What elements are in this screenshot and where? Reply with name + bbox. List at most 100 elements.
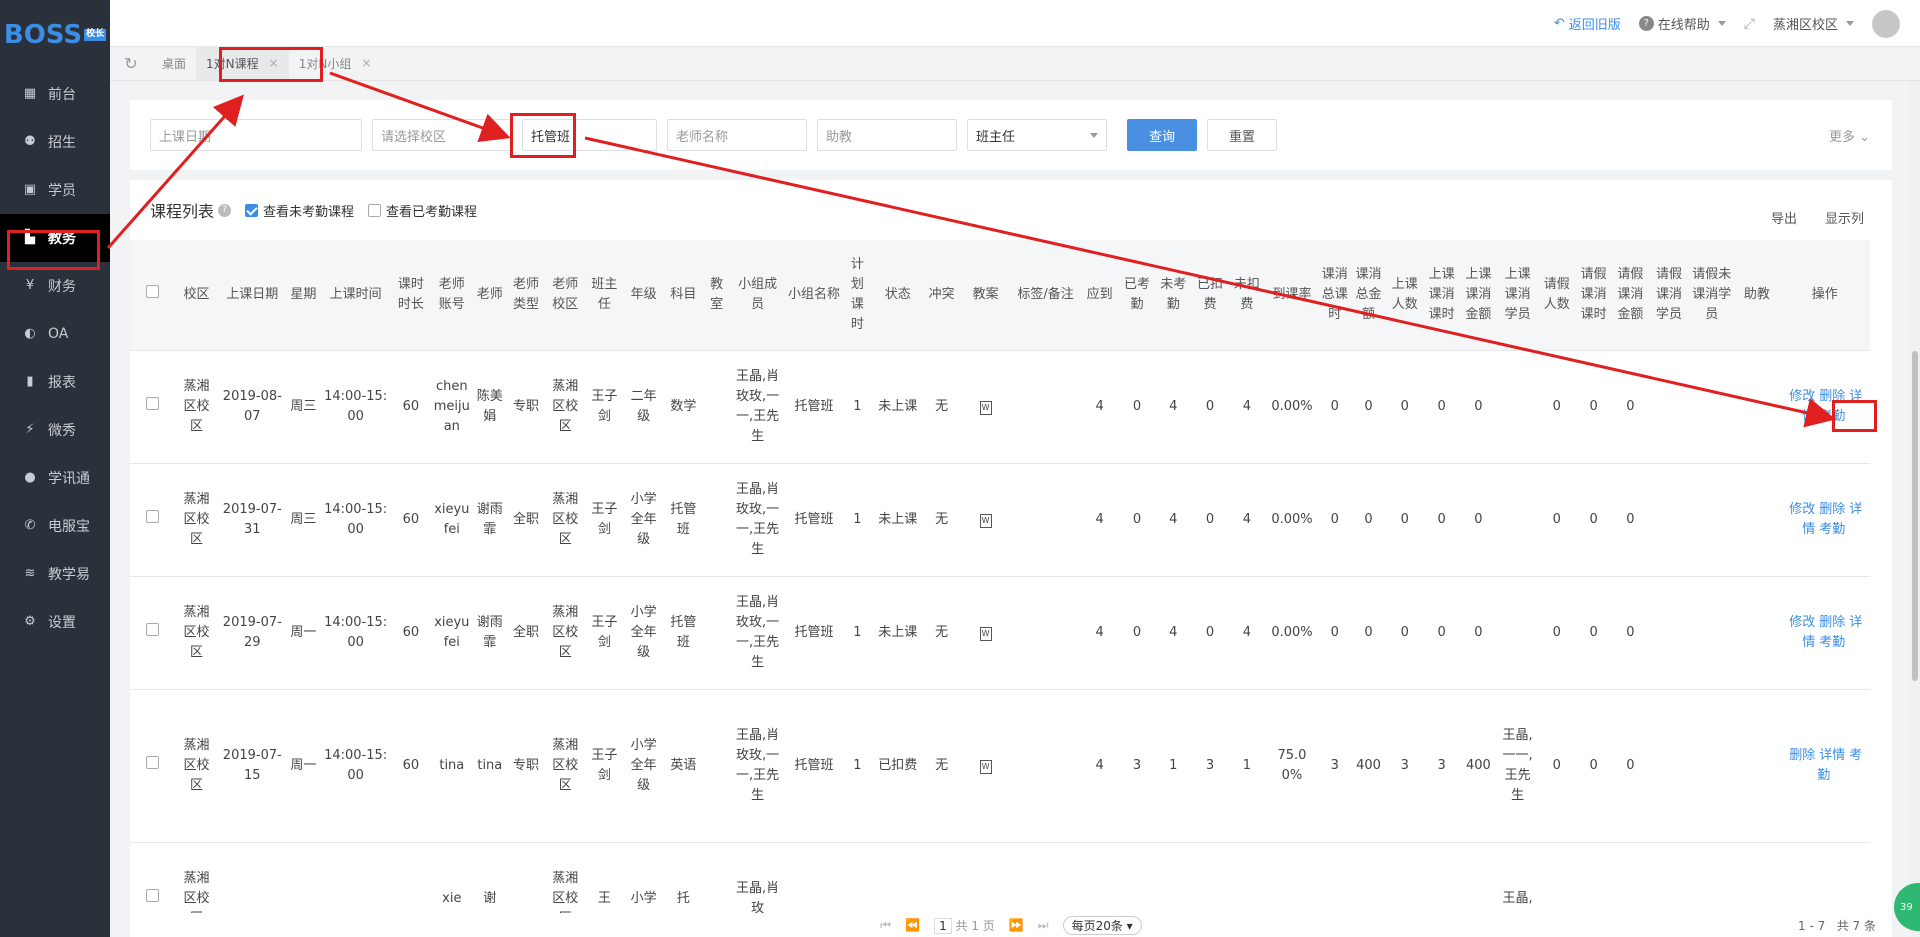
campus-selector[interactable]: 蒸湘区校区 bbox=[1773, 14, 1854, 33]
row-select-cell bbox=[130, 350, 176, 464]
row-checkbox[interactable] bbox=[146, 888, 160, 902]
column-header: 上课人数 bbox=[1386, 240, 1424, 351]
current-page-input[interactable]: 1 bbox=[934, 917, 952, 934]
tab-0[interactable]: 桌面 bbox=[152, 46, 196, 80]
row-checkbox[interactable] bbox=[146, 509, 160, 523]
vertical-scrollbar[interactable] bbox=[1910, 81, 1920, 937]
table-cell: 托管班 bbox=[785, 689, 843, 843]
row-action-link[interactable]: 考勤 bbox=[1819, 522, 1845, 537]
help-icon[interactable]: ? bbox=[218, 203, 232, 217]
sidebar-item-8[interactable]: ● 学讯通 bbox=[0, 454, 110, 502]
sidebar-item-10[interactable]: ≋ 教学易 bbox=[0, 550, 110, 598]
column-header: 助教 bbox=[1734, 240, 1780, 351]
assistant-input[interactable]: 助教 bbox=[817, 119, 957, 151]
course-list-panel: 课程列表? 查看未考勤课程 查看已考勤课程 导出 显示列 校区 上课日期 星期 上课时… bbox=[130, 180, 1892, 937]
word-doc-icon[interactable]: W bbox=[979, 759, 992, 774]
table-cell: 2019-07-31 bbox=[217, 463, 287, 577]
row-action-link[interactable]: 详情 bbox=[1819, 748, 1845, 763]
sidebar-item-4[interactable]: ¥ 财务 bbox=[0, 262, 110, 310]
row-action-link[interactable]: 删除 bbox=[1789, 748, 1815, 763]
column-header: 请假课消学员 bbox=[1648, 240, 1690, 351]
table-cell bbox=[1460, 842, 1497, 913]
table-cell: xieyufei bbox=[430, 576, 474, 690]
row-action-link[interactable]: 删除 bbox=[1819, 615, 1845, 630]
export-button[interactable]: 导出 bbox=[1771, 208, 1797, 227]
floating-badge[interactable]: 39 bbox=[1894, 883, 1920, 931]
row-action-link[interactable]: 删除 bbox=[1819, 389, 1845, 404]
word-doc-icon[interactable]: W bbox=[979, 626, 992, 641]
close-icon[interactable]: × bbox=[269, 56, 279, 70]
next-page-icon[interactable]: ⏩ bbox=[1009, 918, 1024, 932]
word-doc-icon[interactable]: W bbox=[979, 400, 992, 415]
table-cell: 3 bbox=[1191, 689, 1229, 843]
sidebar-item-0[interactable]: ▦ 前台 bbox=[0, 70, 110, 118]
table-cell: 0 bbox=[1423, 463, 1460, 577]
column-header: 老师校区 bbox=[545, 240, 585, 351]
row-checkbox[interactable] bbox=[146, 622, 160, 636]
row-action-link[interactable]: 考勤 bbox=[1819, 409, 1845, 424]
table-cell: 小学 bbox=[624, 842, 664, 913]
row-action-link[interactable]: 考勤 bbox=[1819, 635, 1845, 650]
search-button[interactable]: 查询 bbox=[1127, 119, 1197, 151]
table-cell: 小学全年级 bbox=[624, 463, 664, 577]
boss-logo: BOSS 校长 bbox=[0, 0, 110, 70]
page-count: 共 1 页 bbox=[955, 918, 995, 933]
sidebar-item-11[interactable]: ⚙ 设置 bbox=[0, 598, 110, 646]
reset-button[interactable]: 重置 bbox=[1207, 119, 1277, 151]
sidebar-item-1[interactable]: ⚉ 招生 bbox=[0, 118, 110, 166]
column-header: 上课课消课时 bbox=[1423, 240, 1460, 351]
location-icon: ● bbox=[24, 470, 36, 485]
row-action-link[interactable]: 修改 bbox=[1789, 502, 1815, 517]
table-cell: 未上课 bbox=[872, 463, 924, 577]
row-checkbox[interactable] bbox=[146, 755, 160, 769]
date-input[interactable]: 上课日期 bbox=[150, 119, 362, 151]
scrollbar-thumb[interactable] bbox=[1912, 351, 1918, 681]
row-select-cell bbox=[130, 842, 176, 913]
sidebar-item-5[interactable]: ◐ OA bbox=[0, 310, 110, 358]
more-filters-toggle[interactable]: 更多 ⌄ bbox=[1829, 126, 1870, 145]
refresh-icon[interactable]: ↻ bbox=[110, 46, 152, 80]
tab-1[interactable]: 1对N课程 × bbox=[196, 46, 289, 80]
column-header: 上课日期 bbox=[217, 240, 287, 351]
group-name-input[interactable]: 托管班 bbox=[522, 119, 657, 151]
sidebar-item-7[interactable]: ⚡ 微秀 bbox=[0, 406, 110, 454]
last-page-icon[interactable]: ⏭ bbox=[1038, 918, 1049, 933]
sidebar-item-2[interactable]: ▣ 学员 bbox=[0, 166, 110, 214]
column-header: 计划课时 bbox=[842, 240, 873, 351]
prev-page-icon[interactable]: ⏪ bbox=[905, 918, 920, 932]
close-icon[interactable]: × bbox=[361, 56, 371, 70]
word-doc-icon[interactable]: W bbox=[979, 513, 992, 528]
table-cell: 0.00% bbox=[1265, 463, 1319, 577]
table-cell bbox=[1496, 463, 1539, 577]
display-columns-button[interactable]: 显示列 bbox=[1825, 208, 1864, 227]
lesson-plan-cell: W bbox=[960, 350, 1012, 464]
row-action-link[interactable]: 修改 bbox=[1789, 389, 1815, 404]
online-help-menu[interactable]: ? 在线帮助 bbox=[1638, 14, 1726, 33]
sidebar-item-6[interactable]: ▮ 报表 bbox=[0, 358, 110, 406]
checkbox-unchecked[interactable] bbox=[368, 203, 382, 217]
table-cell: 谢雨霏 bbox=[473, 463, 507, 577]
page-size-select[interactable]: 每页20条 ▾ bbox=[1062, 915, 1142, 935]
teacher-name-input[interactable]: 老师名称 bbox=[667, 119, 807, 151]
row-checkbox[interactable] bbox=[146, 396, 160, 410]
show-unchecked-checkbox[interactable]: 查看未考勤课程 bbox=[245, 201, 354, 220]
table-cell bbox=[1612, 842, 1649, 913]
select-all-checkbox[interactable] bbox=[146, 284, 160, 298]
table-cell bbox=[1648, 463, 1690, 577]
sidebar-item-3[interactable]: ▙ 教务 bbox=[0, 214, 110, 262]
fullscreen-icon[interactable]: ⤢ bbox=[1744, 16, 1755, 32]
row-action-link[interactable]: 修改 bbox=[1789, 615, 1815, 630]
first-page-icon[interactable]: ⏮ bbox=[880, 918, 891, 933]
checkbox-checked[interactable] bbox=[245, 203, 259, 217]
campus-select[interactable]: 请选择校区 bbox=[372, 119, 512, 151]
avatar[interactable] bbox=[1872, 9, 1900, 38]
back-to-old-version-link[interactable]: ↶ 返回旧版 bbox=[1554, 14, 1621, 33]
row-action-link[interactable]: 删除 bbox=[1819, 502, 1845, 517]
head-teacher-select[interactable]: 班主任 bbox=[967, 119, 1107, 151]
table-cell: 王晶,一一,王先生 bbox=[1496, 689, 1539, 843]
show-checked-checkbox[interactable]: 查看已考勤课程 bbox=[368, 201, 477, 220]
table-cell: 专职 bbox=[506, 689, 546, 843]
sidebar-item-9[interactable]: ✆ 电服宝 bbox=[0, 502, 110, 550]
tab-2[interactable]: 1对N小组 × bbox=[289, 46, 382, 80]
table-cell bbox=[842, 842, 873, 913]
